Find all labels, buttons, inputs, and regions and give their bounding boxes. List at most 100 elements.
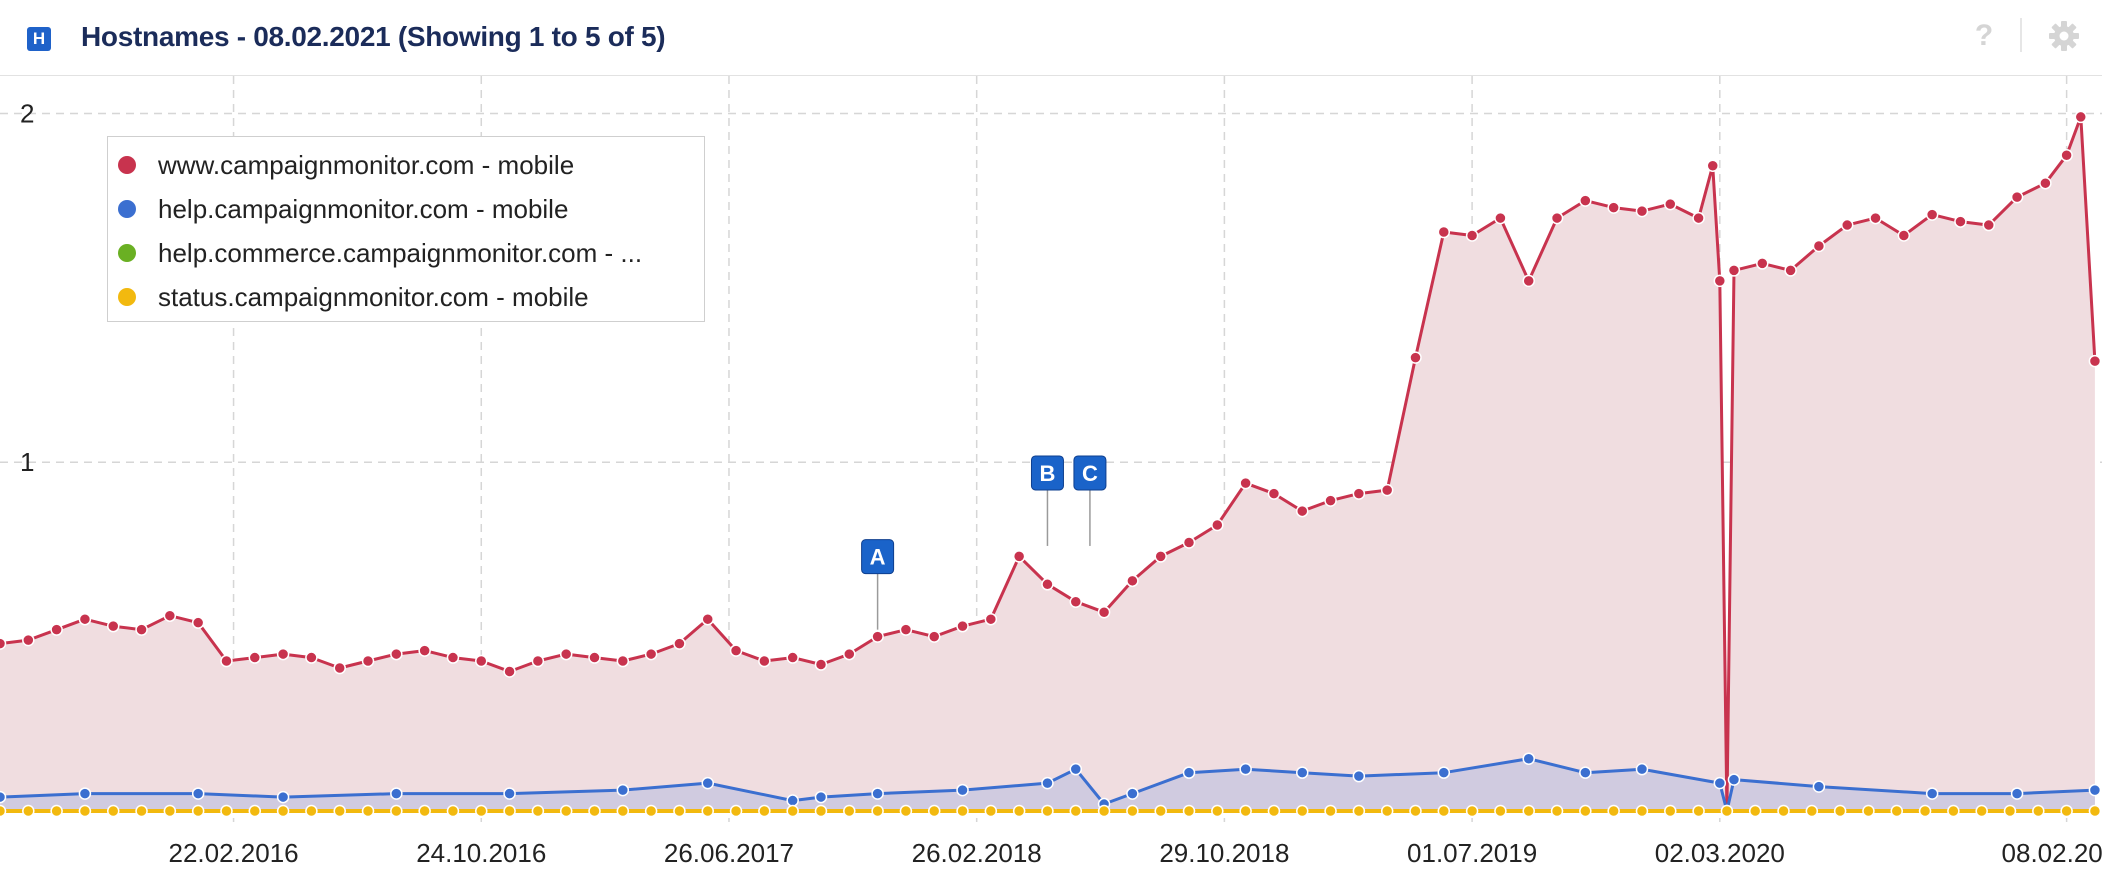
data-point-status	[1947, 804, 1960, 818]
data-point-help	[191, 787, 205, 800]
legend-item-www[interactable]: www.campaignmonitor.com - mobile	[108, 145, 704, 185]
data-point-help	[1635, 762, 1649, 776]
data-point-status	[1465, 804, 1479, 818]
gear-icon[interactable]	[2048, 20, 2080, 52]
data-point-status	[559, 804, 573, 818]
data-point-status	[786, 804, 799, 818]
data-point-status	[163, 804, 177, 818]
data-point-status	[843, 804, 856, 818]
data-point-status	[1692, 804, 1705, 818]
x-tick-label: 22.02.2016	[168, 838, 298, 868]
chart-legend: www.campaignmonitor.com - mobile help.ca…	[107, 136, 705, 322]
data-point-www	[1954, 215, 1967, 228]
data-point-status	[1833, 804, 1847, 818]
data-point-www	[1550, 211, 1564, 225]
data-point-www	[1897, 229, 1911, 242]
data-point-help	[701, 776, 714, 790]
data-point-status	[927, 804, 941, 818]
legend-label-www: www.campaignmonitor.com - mobile	[158, 150, 575, 180]
data-point-status	[1154, 804, 1167, 818]
data-point-www	[786, 651, 799, 664]
data-point-www	[1713, 274, 1727, 288]
data-point-status	[899, 804, 913, 818]
legend-dot-www	[118, 156, 136, 174]
legend-dot-commerce	[118, 244, 136, 262]
data-point-www	[1267, 487, 1281, 500]
data-point-status	[1182, 804, 1196, 818]
data-point-status	[0, 804, 7, 818]
data-point-status	[984, 804, 998, 818]
data-point-www	[1295, 504, 1309, 518]
data-point-help	[1812, 780, 1826, 793]
data-point-status	[644, 804, 658, 818]
data-point-status	[616, 804, 630, 818]
question-icon[interactable]: ?	[1970, 16, 1998, 56]
data-point-www	[1784, 264, 1797, 277]
data-point-www	[2039, 176, 2052, 190]
x-tick-label: 02.03.2020	[1655, 838, 1785, 868]
data-point-www	[220, 654, 233, 668]
data-point-www	[248, 651, 262, 664]
data-point-help	[1352, 769, 1366, 783]
data-point-status	[1664, 804, 1677, 818]
data-point-status	[673, 804, 686, 818]
data-point-help	[78, 787, 92, 800]
data-point-status	[871, 804, 884, 818]
data-point-www	[22, 633, 35, 647]
legend-label-commerce: help.commerce.campaignmonitor.com - ...	[158, 238, 643, 268]
data-point-www	[1494, 211, 1507, 225]
data-point-help	[786, 794, 799, 807]
data-point-www	[1727, 264, 1741, 277]
legend-item-help[interactable]: help.campaignmonitor.com - mobile	[108, 189, 704, 229]
data-point-status	[1720, 804, 1734, 818]
data-point-www	[2074, 110, 2088, 124]
data-point-status	[305, 804, 318, 818]
data-point-www	[1664, 197, 1677, 211]
data-point-status	[191, 804, 205, 818]
data-point-www	[1465, 229, 1479, 242]
data-point-status	[1579, 804, 1592, 818]
data-point-status	[1494, 804, 1507, 818]
data-point-www	[701, 612, 714, 626]
data-point-help	[1727, 773, 1741, 786]
data-point-www	[1982, 218, 1996, 232]
data-point-www	[1380, 483, 1394, 497]
data-point-www	[361, 654, 375, 668]
data-point-www	[1812, 239, 1826, 253]
legend-item-status[interactable]: status.campaignmonitor.com - mobile	[108, 277, 704, 317]
data-point-status	[758, 804, 771, 818]
data-point-status	[588, 804, 601, 818]
data-point-status	[361, 804, 375, 818]
hostnames-badge-icon: H	[27, 27, 51, 51]
data-point-www	[729, 644, 743, 657]
data-point-www	[1522, 274, 1535, 288]
data-point-www	[814, 658, 828, 671]
data-point-www	[135, 623, 148, 636]
data-point-www	[276, 647, 290, 661]
annotation-label-b: B	[1040, 461, 1056, 486]
data-point-status	[1409, 804, 1422, 818]
data-point-www	[927, 630, 941, 643]
data-point-www	[758, 654, 771, 668]
legend-dot-help	[118, 200, 136, 218]
data-point-www	[1437, 225, 1451, 239]
data-point-www	[333, 661, 346, 675]
data-point-www	[956, 619, 969, 633]
legend-item-commerce[interactable]: help.commerce.campaignmonitor.com - ...	[108, 233, 704, 273]
data-point-help	[871, 787, 884, 800]
data-point-status	[333, 804, 346, 818]
data-point-help	[2010, 787, 2024, 800]
data-point-www	[588, 651, 601, 664]
data-point-help	[956, 783, 969, 797]
data-point-status	[418, 804, 431, 818]
data-point-help	[1069, 762, 1083, 776]
data-point-status	[220, 804, 233, 818]
data-point-www	[305, 651, 318, 664]
data-point-status	[1607, 804, 1620, 818]
data-point-status	[1635, 804, 1649, 818]
data-point-status	[1126, 804, 1139, 818]
data-point-www	[50, 623, 63, 636]
data-point-www	[2060, 149, 2073, 162]
data-point-help	[2088, 783, 2102, 797]
data-point-www	[1579, 194, 1592, 207]
